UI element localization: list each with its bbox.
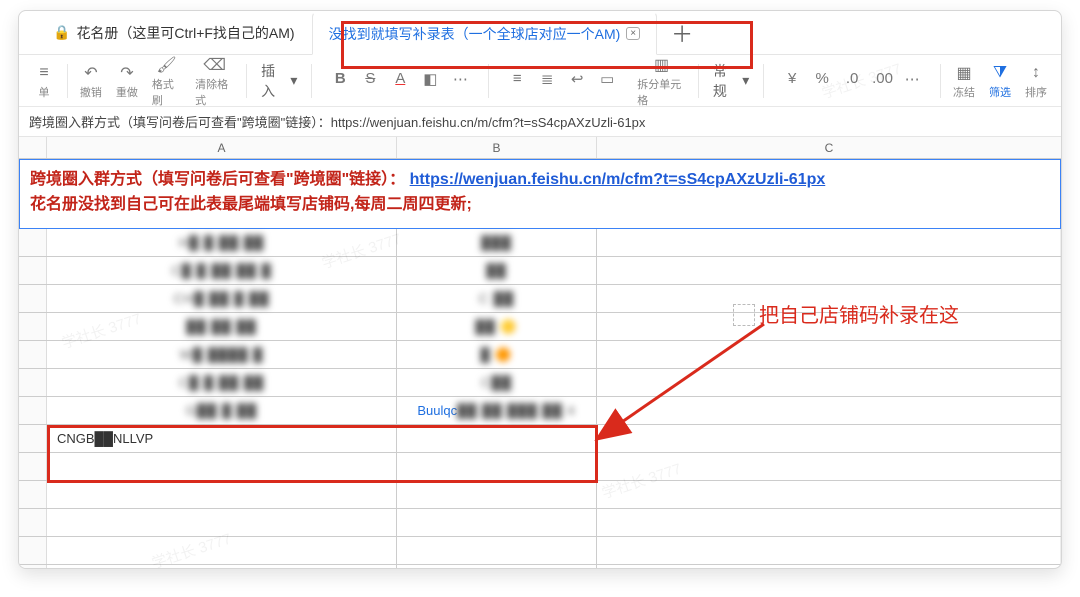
more-num-button[interactable]: ⋯ (902, 70, 922, 92)
cell-b[interactable]: █ 🟠 (397, 341, 597, 368)
cell-a[interactable]: CNGB██NLLVP (47, 425, 397, 452)
currency-button[interactable]: ¥ (782, 70, 802, 92)
align-v-button[interactable]: ≣ (537, 70, 557, 92)
align-left-button[interactable]: ≡ (507, 70, 527, 92)
cell-b[interactable] (397, 425, 597, 452)
cell-c[interactable] (597, 397, 1061, 424)
cell-a[interactable]: G██ █ ██ (47, 397, 397, 424)
row-header[interactable] (19, 453, 47, 480)
row-header[interactable] (19, 425, 47, 452)
row-header[interactable] (19, 313, 47, 340)
close-icon[interactable]: × (626, 27, 640, 40)
row-header[interactable] (19, 285, 47, 312)
font-color-button[interactable]: A (390, 70, 410, 92)
table-row[interactable]: C█ █ ██ ██C██ (19, 369, 1061, 397)
cell-c[interactable] (597, 453, 1061, 480)
cell-b[interactable] (397, 453, 597, 480)
decimal-dec-button[interactable]: .0 (842, 70, 862, 92)
tab-label: 没找到就填写补录表（一个全球店对应一个AM) (329, 24, 621, 44)
fill-color-button[interactable]: ◧ (420, 70, 440, 92)
menu-button[interactable]: ≡单 (27, 62, 61, 100)
tab-supplement[interactable]: 没找到就填写补录表（一个全球店对应一个AM) × (312, 11, 658, 55)
annotation-text: 把自己店铺码补录在这 (759, 299, 959, 328)
percent-button[interactable]: % (812, 70, 832, 92)
table-row[interactable]: C█ █ ██ ██ ███ (19, 257, 1061, 285)
cell-b[interactable]: C ██ (397, 285, 597, 312)
cell-b[interactable]: ██ 🟡 (397, 313, 597, 340)
table-row[interactable] (19, 537, 1061, 565)
split-cell-button[interactable]: ▥拆分单元格 (631, 54, 692, 108)
row-header[interactable] (19, 397, 47, 424)
cell-b[interactable]: Buulqc██ ██ ███ ██ 4 (397, 397, 597, 424)
table-row[interactable] (19, 565, 1061, 569)
table-row[interactable] (19, 481, 1061, 509)
cell-a[interactable]: H█ █ ██ ██ (47, 229, 397, 256)
table-row[interactable] (19, 453, 1061, 481)
chevron-down-icon: ▾ (742, 72, 749, 89)
tab-bar: 🔒 花名册（这里可Ctrl+F找自己的AM) 没找到就填写补录表（一个全球店对应… (19, 11, 1061, 55)
column-headers: A B C (19, 137, 1061, 159)
cell-b[interactable]: ██ (397, 257, 597, 284)
formula-text: 跨境圈入群方式（填写问卷后可查看"跨境圈"链接）：https://wenjuan… (29, 112, 645, 131)
insert-dropdown[interactable]: 插入▾ (253, 61, 305, 101)
more-text-button[interactable]: ⋯ (450, 70, 470, 92)
cell-a[interactable]: C█ █ ██ ██ (47, 369, 397, 396)
decimal-inc-button[interactable]: .00 (872, 70, 892, 92)
table-row[interactable]: W█ ████ ██ 🟠 (19, 341, 1061, 369)
header-text-2: 花名册没找到自己可在此表最尾端填写店铺码,每周二周四更新; (30, 196, 472, 213)
number-format-dropdown[interactable]: 常规▾ (705, 61, 757, 101)
add-tab-button[interactable]: ＋ (657, 11, 707, 54)
toolbar: ≡单 ↶撤销 ↷重做 🖌格式刷 ⌫清除格式 插入▾ B S A ◧ ⋯ ≡ ≣ … (19, 55, 1061, 107)
lock-icon: 🔒 (53, 24, 70, 41)
col-header-b[interactable]: B (397, 137, 597, 158)
wrap-button[interactable]: ↩ (567, 70, 587, 92)
cell-b[interactable]: ███ (397, 229, 597, 256)
undo-button[interactable]: ↶撤销 (74, 62, 108, 100)
filter-button[interactable]: ⧩筛选 (983, 62, 1017, 100)
format-painter-button[interactable]: 🖌格式刷 (146, 54, 187, 108)
cell-a[interactable] (47, 453, 397, 480)
clear-format-button[interactable]: ⌫清除格式 (189, 54, 240, 108)
chevron-down-icon: ▾ (290, 72, 297, 89)
cell-a[interactable]: W█ ████ █ (47, 341, 397, 368)
freeze-button[interactable]: ▦冻结 (947, 62, 981, 100)
table-row[interactable]: G██ █ ██Buulqc██ ██ ███ ██ 4 (19, 397, 1061, 425)
cell-c[interactable] (597, 229, 1061, 256)
row-header[interactable] (19, 257, 47, 284)
table-row[interactable]: H█ █ ██ █████ (19, 229, 1061, 257)
col-header-c[interactable]: C (597, 137, 1061, 158)
table-row[interactable]: CNGB██NLLVP (19, 425, 1061, 453)
cell-a[interactable]: CH█ ██ █ ██ (47, 285, 397, 312)
merge-button[interactable]: ▭ (597, 70, 617, 92)
table-row[interactable] (19, 509, 1061, 537)
strike-button[interactable]: S (360, 70, 380, 92)
cell-b[interactable]: C██ (397, 369, 597, 396)
bold-button[interactable]: B (330, 70, 350, 92)
cell-c[interactable] (597, 341, 1061, 368)
cell-a[interactable]: C█ █ ██ ██ █ (47, 257, 397, 284)
merged-header-cell[interactable]: 跨境圈入群方式（填写问卷后可查看"跨境圈"链接）： https://wenjua… (19, 159, 1061, 229)
row-header[interactable] (19, 341, 47, 368)
tab-roster[interactable]: 🔒 花名册（这里可Ctrl+F找自己的AM) (37, 11, 312, 54)
tab-label: 花名册（这里可Ctrl+F找自己的AM) (76, 23, 294, 43)
row-header[interactable] (19, 229, 47, 256)
col-header-a[interactable]: A (47, 137, 397, 158)
cell-c[interactable] (597, 257, 1061, 284)
formula-bar[interactable]: 跨境圈入群方式（填写问卷后可查看"跨境圈"链接）：https://wenjuan… (19, 107, 1061, 137)
sort-button[interactable]: ↕排序 (1019, 62, 1053, 100)
header-text: 跨境圈入群方式（填写问卷后可查看"跨境圈"链接）： (30, 171, 405, 188)
row-header[interactable] (19, 369, 47, 396)
header-link[interactable]: https://wenjuan.feishu.cn/m/cfm?t=sS4cpA… (410, 171, 826, 188)
cell-a[interactable]: ██ ██ ██ (47, 313, 397, 340)
cell-c[interactable] (597, 369, 1061, 396)
annotation-anchor (733, 304, 755, 326)
redo-button[interactable]: ↷重做 (110, 62, 144, 100)
spreadsheet-body: 跨境圈入群方式（填写问卷后可查看"跨境圈"链接）： https://wenjua… (19, 159, 1061, 569)
cell-c[interactable] (597, 425, 1061, 452)
